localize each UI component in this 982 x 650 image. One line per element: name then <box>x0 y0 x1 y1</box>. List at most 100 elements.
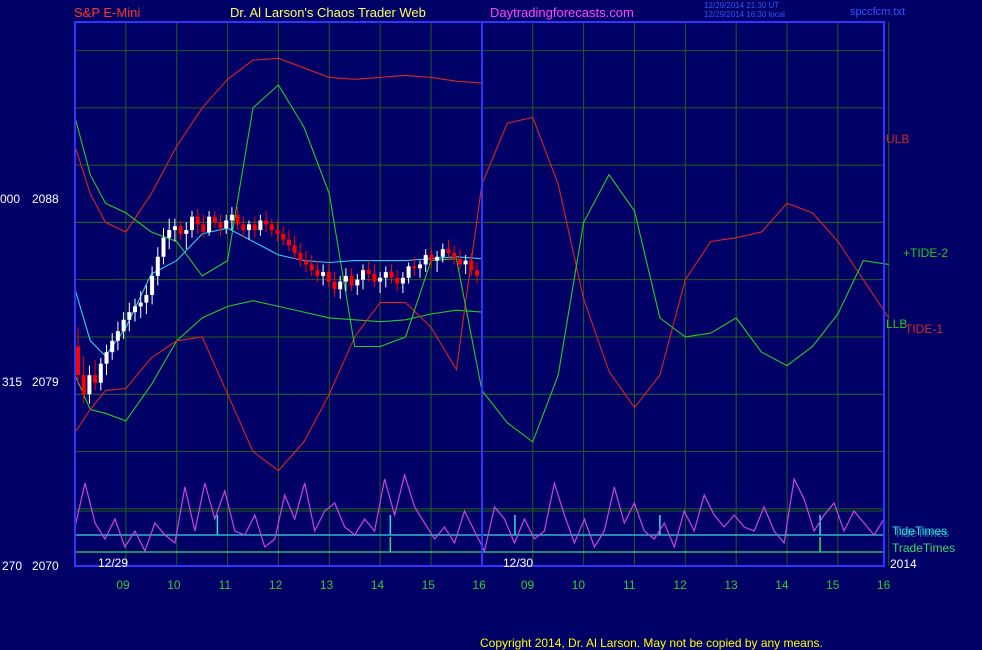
price-bar-body <box>258 220 263 231</box>
x-tick-label: 16 <box>876 578 891 592</box>
plot-border <box>74 21 885 567</box>
session-date-1: 12/29 <box>98 556 129 570</box>
copyright-notice: Copyright 2014, Dr. Al Larson. May not b… <box>480 636 823 650</box>
x-tick-label: 12 <box>268 578 283 592</box>
price-bar-body <box>167 230 172 238</box>
price-bar-body <box>418 264 422 269</box>
price-bar-body <box>304 260 308 265</box>
price-bar-body <box>144 294 149 303</box>
price-bar-body <box>475 270 479 276</box>
price-bar-body <box>218 222 223 229</box>
session-date-2: 12/30 <box>503 556 534 570</box>
x-tick-label: 10 <box>167 578 181 592</box>
price-bar-body <box>332 281 337 290</box>
timestamp-ut: 12/29/2014 21:30 UT <box>704 1 780 10</box>
y-label-left-2: 315 <box>2 375 23 389</box>
x-tick-label: 14 <box>370 578 385 592</box>
tradetimes-label: TradeTimes <box>892 541 956 555</box>
price-bar-body <box>343 275 348 282</box>
price-bar-body <box>423 254 428 265</box>
chart-frame <box>74 21 885 567</box>
price-bar-body <box>121 319 126 332</box>
price-bar-body <box>440 249 445 257</box>
price-bar-body <box>190 216 194 231</box>
price-bar-body <box>457 258 462 265</box>
x-tick-label: 09 <box>116 578 130 592</box>
price-bar-body <box>281 233 286 240</box>
price-bar-body <box>172 226 177 231</box>
price-bar-body <box>361 270 365 280</box>
price-bar-body <box>133 306 137 313</box>
x-tick-label: 15 <box>421 578 435 592</box>
price-bar-body <box>309 264 314 271</box>
price-bar-body <box>178 226 183 234</box>
price-bar-body <box>138 302 143 307</box>
price-bar-body <box>212 216 217 223</box>
y-label-left-3: 270 <box>2 559 23 573</box>
price-bar-body <box>195 216 200 225</box>
price-bar-body <box>224 220 229 229</box>
cycle-line <box>74 472 885 553</box>
price-bar-body <box>264 220 269 225</box>
price-bar-body <box>275 230 280 234</box>
price-bar-body <box>378 277 383 282</box>
y-label-price-1: 2088 <box>32 192 59 206</box>
price-bar-body <box>184 230 189 234</box>
chart-canvas <box>74 21 890 567</box>
price-bar-body <box>395 277 400 284</box>
price-bar-body <box>326 272 331 282</box>
ulb-label: ULB <box>886 132 910 146</box>
price-bar-body <box>321 272 326 276</box>
site-link[interactable]: Daytradingforecasts.com <box>490 5 634 20</box>
price-bar-body <box>389 272 394 278</box>
data-file-name: spccfcm.txt <box>850 6 906 18</box>
x-tick-label: 14 <box>775 578 789 592</box>
x-tick-label: 13 <box>724 578 738 592</box>
price-bar-body <box>446 249 451 253</box>
price-bar-body <box>76 346 80 376</box>
price-bar-body <box>383 272 388 278</box>
price-bar-body <box>406 266 411 278</box>
y-label-price-3: 2070 <box>32 559 59 573</box>
price-bar-body <box>235 214 240 225</box>
price-bar-body <box>229 214 234 221</box>
price-bar-body <box>150 275 155 295</box>
price-bar-body <box>127 312 132 320</box>
price-bar-body <box>315 270 320 276</box>
x-tick-label: 16 <box>472 578 486 592</box>
tide2-label: +TIDE-2 <box>903 246 949 260</box>
price-bar-body <box>201 224 206 232</box>
price-bar-body <box>241 224 246 231</box>
price-bar-body <box>400 277 405 284</box>
x-tick-label: 11 <box>218 578 232 592</box>
price-bar-body <box>93 375 98 383</box>
price-bar-body <box>366 270 371 274</box>
price-bar-body <box>269 224 274 231</box>
tide1-label: TIDE-1 <box>905 322 944 336</box>
x-tick-label: 12 <box>673 578 687 592</box>
x-tick-label: 11 <box>623 578 636 592</box>
x-tick-label: 09 <box>520 578 535 592</box>
price-bar-body <box>349 275 354 286</box>
price-bar-body <box>110 340 115 353</box>
price-bar-body <box>292 245 297 253</box>
price-bar-body <box>372 273 377 282</box>
price-bar-body <box>355 279 360 286</box>
instrument-title: S&P E-Mini <box>74 5 141 20</box>
price-bar-body <box>161 237 166 257</box>
price-bar-body <box>115 331 120 341</box>
x-tick-label: 15 <box>826 578 840 592</box>
price-bar-body <box>252 224 257 231</box>
price-bar-body <box>207 216 212 232</box>
price-bar-body <box>104 352 109 364</box>
y-label-left-1: 000 <box>0 192 21 206</box>
price-bar-body <box>452 252 457 259</box>
price-bar-body <box>87 375 92 395</box>
x-tick-label: 13 <box>319 578 334 592</box>
price-bar-body <box>98 363 103 383</box>
price-bar-body <box>247 224 251 231</box>
year-label: 2014 <box>890 557 917 571</box>
price-bar-body <box>81 375 86 395</box>
price-bar-body <box>155 256 160 276</box>
brand-title: Dr. Al Larson's Chaos Trader Web <box>230 5 426 20</box>
